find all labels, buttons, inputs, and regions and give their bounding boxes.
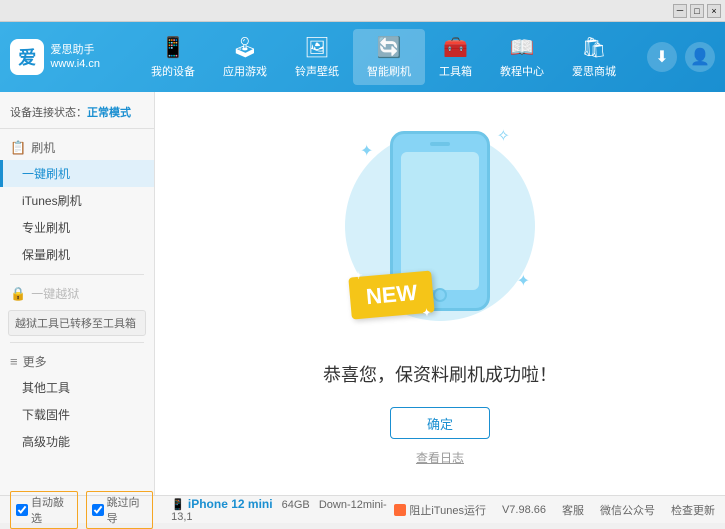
confirm-button[interactable]: 确定 xyxy=(390,407,490,439)
sidebar-item-one-click-flash[interactable]: 一键刷机 xyxy=(0,160,154,187)
nav-my-device[interactable]: 📱 我的设备 xyxy=(137,29,209,85)
main-layout: 设备连接状态：正常模式 📋 刷机 一键刷机 iTunes刷机 专业刷机 保量刷机… xyxy=(0,92,725,495)
maximize-button[interactable]: □ xyxy=(690,4,704,18)
sparkle-1: ✦ xyxy=(360,141,373,161)
logo-text: 爱思助手 www.i4.cn xyxy=(50,43,100,72)
stop-itunes[interactable]: 阻止iTunes运行 xyxy=(394,502,486,518)
sidebar-item-other-tools[interactable]: 其他工具 xyxy=(0,374,154,401)
success-title: 恭喜您，保资料刷机成功啦！ xyxy=(323,361,557,387)
phone-home-btn xyxy=(433,288,447,302)
logo: 爱 爱思助手 www.i4.cn xyxy=(10,39,100,75)
phone-speaker xyxy=(430,142,450,146)
logo-char: 爱 xyxy=(18,44,36,70)
ringtone-icon: 🖼 xyxy=(304,35,329,60)
status-value: 正常模式 xyxy=(87,107,131,119)
nav-ringtone[interactable]: 🖼 铃声壁纸 xyxy=(281,29,353,85)
nav-store[interactable]: 🛍 爱思商城 xyxy=(558,29,630,85)
customer-service-link[interactable]: 客服 xyxy=(562,502,584,518)
stop-icon xyxy=(394,504,406,516)
minimize-button[interactable]: － xyxy=(673,4,687,18)
skip-wizard-checkbox[interactable] xyxy=(92,504,104,516)
nav-smart-flash[interactable]: 🔄 智能刷机 xyxy=(353,29,425,85)
sidebar-divider-2 xyxy=(10,342,144,343)
window-controls[interactable]: － □ × xyxy=(673,4,721,18)
check-update-link[interactable]: 检查更新 xyxy=(671,502,715,518)
logo-icon: 爱 xyxy=(10,39,44,75)
auto-send-label: 自动敲选 xyxy=(31,494,72,526)
nav-smart-flash-label: 智能刷机 xyxy=(367,63,411,79)
new-badge: NEW xyxy=(348,270,435,319)
sidebar-group-jailbreak: 🔒 一键越狱 xyxy=(0,281,154,306)
nav-app-games[interactable]: 🕹 应用游戏 xyxy=(209,29,281,85)
user-button[interactable]: 👤 xyxy=(685,42,715,72)
tutorial-icon: 📖 xyxy=(510,35,535,60)
smart-flash-icon: 🔄 xyxy=(377,35,402,60)
phone-screen xyxy=(401,152,479,290)
sidebar-group-flash: 📋 刷机 xyxy=(0,135,154,160)
secondary-link[interactable]: 查看日志 xyxy=(416,449,464,466)
auto-send-checkbox[interactable] xyxy=(16,504,28,516)
download-button[interactable]: ⬇ xyxy=(647,42,677,72)
nav-tutorial[interactable]: 📖 教程中心 xyxy=(486,29,558,85)
wechat-link[interactable]: 微信公众号 xyxy=(600,502,655,518)
device-status: 设备连接状态：正常模式 xyxy=(0,100,154,129)
nav-app-games-label: 应用游戏 xyxy=(223,63,267,79)
sidebar-item-pro-flash[interactable]: 专业刷机 xyxy=(0,214,154,241)
jailbreak-notice: 越狱工具已转移至工具箱 xyxy=(8,310,146,336)
jailbreak-group-label: 一键越狱 xyxy=(31,285,79,302)
nav-tutorial-label: 教程中心 xyxy=(500,63,544,79)
title-bar: － □ × xyxy=(0,0,725,22)
sidebar-item-download-firmware[interactable]: 下载固件 xyxy=(0,401,154,428)
nav-my-device-label: 我的设备 xyxy=(151,63,195,79)
skip-wizard-label: 跳过向导 xyxy=(107,494,148,526)
sidebar: 设备连接状态：正常模式 📋 刷机 一键刷机 iTunes刷机 专业刷机 保量刷机… xyxy=(0,92,155,495)
header: 爱 爱思助手 www.i4.cn 📱 我的设备 🕹 应用游戏 🖼 铃声壁纸 🔄 … xyxy=(0,22,725,92)
device-phone-icon: 📱 xyxy=(171,499,188,511)
success-visual: NEW ✦ ✧ ✦ xyxy=(340,121,540,341)
status-label: 设备连接状态： xyxy=(10,107,87,119)
content-area: NEW ✦ ✧ ✦ 恭喜您，保资料刷机成功啦！ 确定 查看日志 xyxy=(155,92,725,495)
device-name: iPhone 12 mini xyxy=(188,497,273,511)
device-storage: 64GB xyxy=(282,499,310,511)
sidebar-item-itunes-flash[interactable]: iTunes刷机 xyxy=(0,187,154,214)
sidebar-group-more: ≡ 更多 xyxy=(0,349,154,374)
close-button[interactable]: × xyxy=(707,4,721,18)
flash-group-icon: 📋 xyxy=(10,140,26,156)
logo-line1: 爱思助手 xyxy=(50,43,100,57)
sidebar-item-advanced[interactable]: 高级功能 xyxy=(0,428,154,455)
version-label: V7.98.66 xyxy=(502,504,546,516)
more-group-label: 更多 xyxy=(23,353,47,370)
nav-toolbox[interactable]: 🧰 工具箱 xyxy=(425,29,486,85)
bottom-right: 阻止iTunes运行 V7.98.66 客服 微信公众号 检查更新 xyxy=(394,502,715,518)
stop-itunes-label: 阻止iTunes运行 xyxy=(409,502,486,518)
toolbox-icon: 🧰 xyxy=(443,35,468,60)
logo-line2: www.i4.cn xyxy=(50,57,100,71)
bottom-bar: 自动敲选 跳过向导 📱 iPhone 12 mini 64GB Down-12m… xyxy=(0,495,725,523)
sidebar-item-save-flash[interactable]: 保量刷机 xyxy=(0,241,154,268)
nav-items: 📱 我的设备 🕹 应用游戏 🖼 铃声壁纸 🔄 智能刷机 🧰 工具箱 📖 教程中心… xyxy=(120,29,647,85)
flash-group-label: 刷机 xyxy=(31,139,55,156)
sidebar-divider-1 xyxy=(10,274,144,275)
device-info: 📱 iPhone 12 mini 64GB Down-12mini-13,1 xyxy=(171,497,394,523)
my-device-icon: 📱 xyxy=(161,35,186,60)
nav-toolbox-label: 工具箱 xyxy=(439,63,472,79)
lock-icon: 🔒 xyxy=(10,286,26,302)
store-icon: 🛍 xyxy=(581,35,606,60)
app-games-icon: 🕹 xyxy=(232,35,257,60)
sparkle-2: ✧ xyxy=(497,126,510,146)
nav-ringtone-label: 铃声壁纸 xyxy=(295,63,339,79)
sparkle-3: ✦ xyxy=(517,271,530,291)
nav-store-label: 爱思商城 xyxy=(572,63,616,79)
nav-right: ⬇ 👤 xyxy=(647,42,715,72)
more-group-icon: ≡ xyxy=(10,354,18,369)
